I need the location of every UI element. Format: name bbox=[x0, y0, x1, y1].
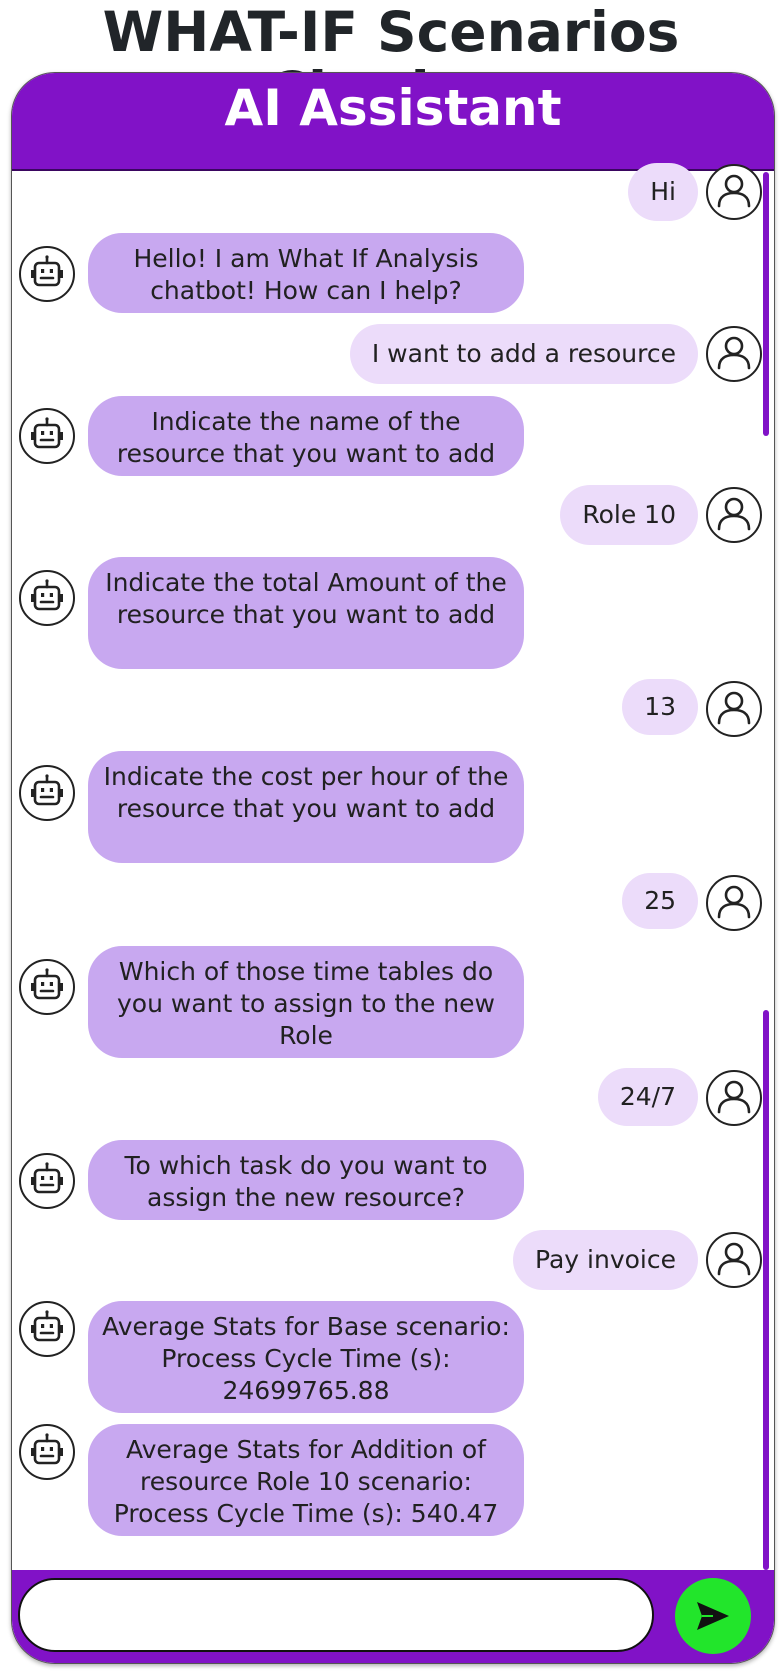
bot-message: Which of those time tables do you want t… bbox=[12, 946, 774, 1058]
message-list[interactable]: Hi Hello! I am What If Analysis chatbot! … bbox=[12, 163, 774, 1641]
user-message: Hi bbox=[12, 163, 774, 221]
robot-icon bbox=[19, 246, 75, 302]
user-avatar-icon bbox=[706, 487, 762, 543]
bot-message: Average Stats for Base scenario: Process… bbox=[12, 1301, 774, 1413]
robot-icon bbox=[19, 408, 75, 464]
user-message: I want to add a resource bbox=[12, 324, 774, 384]
user-avatar-icon bbox=[706, 875, 762, 931]
bot-message: Indicate the name of the resource that y… bbox=[12, 396, 774, 476]
user-message-bubble: 13 bbox=[622, 679, 698, 735]
robot-icon bbox=[19, 765, 75, 821]
scrollbar-thumb-lower[interactable] bbox=[763, 1010, 769, 1570]
user-message-bubble: Hi bbox=[628, 163, 698, 221]
robot-icon bbox=[19, 570, 75, 626]
robot-icon bbox=[19, 1424, 75, 1480]
user-message-bubble: 24/7 bbox=[597, 1068, 698, 1126]
user-message: 13 bbox=[12, 679, 774, 737]
send-icon bbox=[697, 1602, 729, 1630]
chat-window: AI Assistant Hi Hello! I am What If Analy… bbox=[11, 72, 775, 1664]
bot-message-bubble: Which of those time tables do you want t… bbox=[88, 946, 524, 1058]
bot-message: Indicate the total Amount of the resourc… bbox=[12, 557, 774, 669]
robot-icon bbox=[19, 959, 75, 1015]
user-avatar-icon bbox=[706, 326, 762, 382]
bot-message: Average Stats for Addition of resource R… bbox=[12, 1424, 774, 1536]
user-avatar-icon bbox=[706, 1232, 762, 1288]
bot-message: To which task do you want to assign the … bbox=[12, 1140, 774, 1220]
user-message-bubble: I want to add a resource bbox=[349, 324, 698, 384]
bot-message: Indicate the cost per hour of the resour… bbox=[12, 751, 774, 863]
bot-message-bubble: Average Stats for Base scenario: Process… bbox=[88, 1301, 524, 1413]
user-avatar-icon bbox=[706, 1070, 762, 1126]
user-message-bubble: Role 10 bbox=[560, 485, 698, 545]
bot-message-bubble: Indicate the name of the resource that y… bbox=[88, 396, 524, 476]
user-message-bubble: 25 bbox=[622, 873, 698, 929]
send-button[interactable] bbox=[675, 1578, 751, 1654]
bot-message-bubble: To which task do you want to assign the … bbox=[88, 1140, 524, 1220]
user-avatar-icon bbox=[706, 164, 762, 220]
scrollbar[interactable] bbox=[763, 172, 769, 1570]
bot-message-bubble: Indicate the cost per hour of the resour… bbox=[88, 751, 524, 863]
user-avatar-icon bbox=[706, 681, 762, 737]
message-input[interactable] bbox=[18, 1578, 654, 1652]
bot-message-bubble: Average Stats for Addition of resource R… bbox=[88, 1424, 524, 1536]
robot-icon bbox=[19, 1153, 75, 1209]
bot-message: Hello! I am What If Analysis chatbot! Ho… bbox=[12, 233, 774, 313]
scrollbar-thumb[interactable] bbox=[763, 172, 769, 436]
bot-message-bubble: Indicate the total Amount of the resourc… bbox=[88, 557, 524, 669]
user-message: Pay invoice bbox=[12, 1230, 774, 1290]
chat-header-title: AI Assistant bbox=[12, 73, 774, 171]
bot-message-bubble: Hello! I am What If Analysis chatbot! Ho… bbox=[88, 233, 524, 313]
user-message: Role 10 bbox=[12, 485, 774, 545]
robot-icon bbox=[19, 1301, 75, 1357]
user-message-bubble: Pay invoice bbox=[513, 1230, 698, 1290]
user-message: 24/7 bbox=[12, 1068, 774, 1126]
user-message: 25 bbox=[12, 873, 774, 931]
input-bar bbox=[12, 1570, 774, 1663]
